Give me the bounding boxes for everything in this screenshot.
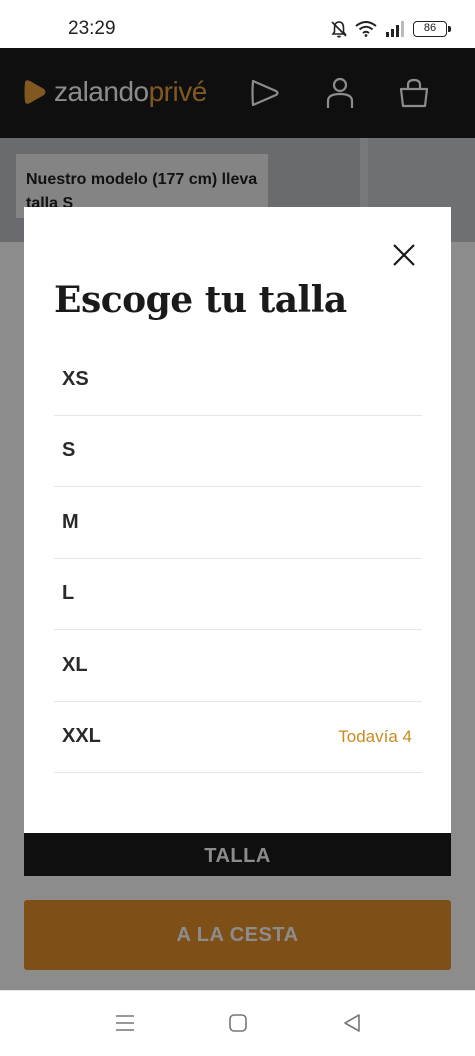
size-label: L (62, 582, 75, 605)
size-option-s[interactable]: S (54, 416, 422, 487)
size-label: M (62, 510, 79, 533)
signal-icon (386, 21, 404, 37)
size-option-m[interactable]: M (54, 487, 422, 559)
status-time: 23:29 (68, 18, 116, 39)
size-option-l[interactable]: L (54, 559, 422, 630)
back-icon[interactable] (340, 1011, 364, 1035)
size-option-xl[interactable]: XL (54, 630, 422, 702)
wifi-icon (355, 21, 377, 37)
status-icons: 86 (331, 18, 451, 40)
size-label: XL (62, 653, 88, 676)
battery-icon: 86 (413, 21, 451, 37)
bell-off-icon (331, 21, 347, 38)
home-icon[interactable] (226, 1011, 250, 1035)
size-option-xs[interactable]: XS (54, 344, 422, 416)
status-bar: 23:29 86 (0, 0, 475, 48)
size-list: XS S M L XL XXL Todavía 4 (54, 344, 422, 773)
size-option-xxl[interactable]: XXL Todavía 4 (54, 702, 422, 773)
size-label: XS (62, 367, 89, 390)
size-label: S (62, 439, 76, 462)
close-icon[interactable] (388, 239, 420, 271)
system-nav-bar (0, 990, 475, 1056)
size-label: XXL (62, 725, 101, 748)
stock-note: Todavía 4 (338, 726, 412, 746)
size-picker-modal: Escoge tu talla XS S M L XL XXL Todavía … (24, 207, 451, 833)
modal-title: Escoge tu talla (54, 279, 347, 321)
menu-icon[interactable] (113, 1011, 137, 1035)
